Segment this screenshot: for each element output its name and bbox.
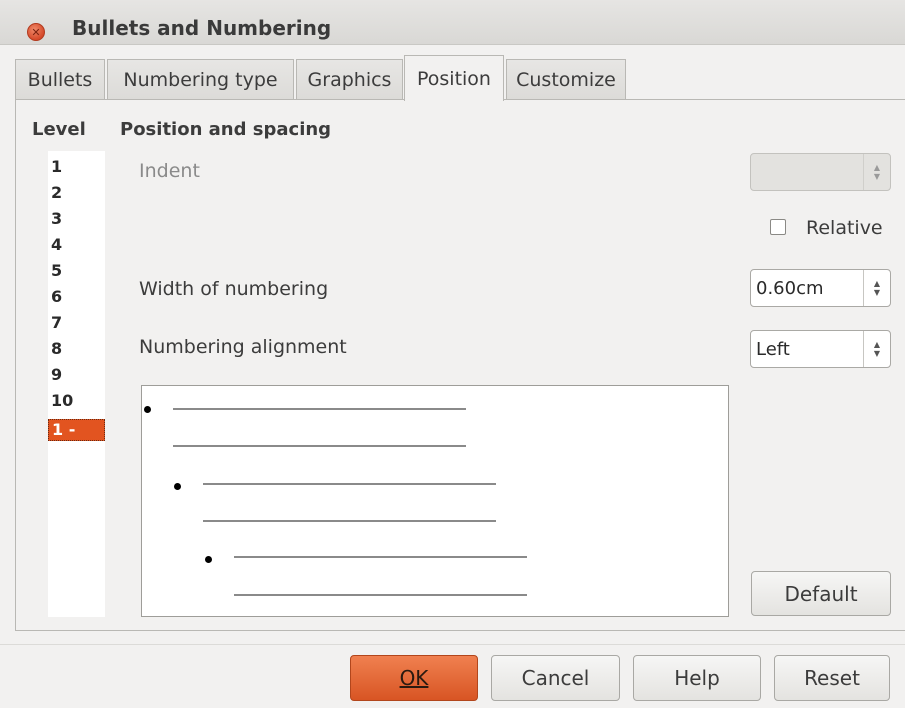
indent-label: Indent xyxy=(139,160,200,182)
level-item-10[interactable]: 10 xyxy=(51,391,73,411)
divider xyxy=(0,644,905,645)
tab-bullets[interactable]: Bullets xyxy=(15,59,105,99)
width-spinbox[interactable]: 0.60cm ▲ ▼ xyxy=(750,269,891,307)
alignment-select[interactable]: Left ▲ ▼ xyxy=(750,330,891,368)
relative-checkbox[interactable] xyxy=(770,219,786,235)
spin-arrows-icon[interactable]: ▲ ▼ xyxy=(863,270,890,306)
level-list[interactable]: 1 2 3 4 5 6 7 8 9 10 1 - 10 xyxy=(48,151,105,617)
alignment-value: Left xyxy=(756,339,790,360)
select-arrows-icon[interactable]: ▲ ▼ xyxy=(863,331,890,367)
alignment-label: Numbering alignment xyxy=(139,336,347,358)
reset-button-label: Reset xyxy=(804,666,860,690)
relative-label: Relative xyxy=(806,217,883,239)
level-item-3[interactable]: 3 xyxy=(51,209,62,229)
default-button-label: Default xyxy=(784,581,858,606)
window-title: Bullets and Numbering xyxy=(72,16,332,40)
cancel-button-label: Cancel xyxy=(521,666,590,690)
cancel-button[interactable]: Cancel xyxy=(491,655,620,701)
tab-position[interactable]: Position xyxy=(404,55,504,101)
spin-arrows-icon[interactable]: ▲ ▼ xyxy=(863,154,890,190)
tab-graphics[interactable]: Graphics xyxy=(296,59,403,99)
preview-box xyxy=(141,385,729,617)
bullet-icon xyxy=(144,406,151,413)
indent-spinbox[interactable]: ▲ ▼ xyxy=(750,153,891,191)
help-button-label: Help xyxy=(674,666,720,690)
level-item-2[interactable]: 2 xyxy=(51,183,62,203)
level-item-7[interactable]: 7 xyxy=(51,313,62,333)
ok-button[interactable]: OK xyxy=(350,655,478,701)
level-item-5[interactable]: 5 xyxy=(51,261,62,281)
help-button[interactable]: Help xyxy=(633,655,761,701)
bullet-icon xyxy=(205,556,212,563)
section-heading: Position and spacing xyxy=(120,119,332,140)
level-item-all[interactable]: 1 - 10 xyxy=(48,419,105,459)
width-label: Width of numbering xyxy=(139,278,329,300)
preview-line xyxy=(234,594,527,596)
level-item-1[interactable]: 1 xyxy=(51,157,62,177)
tab-customize[interactable]: Customize xyxy=(506,59,626,99)
level-item-4[interactable]: 4 xyxy=(51,235,62,255)
level-item-6[interactable]: 6 xyxy=(51,287,62,307)
preview-line xyxy=(173,445,466,447)
preview-line xyxy=(203,483,496,485)
level-item-8[interactable]: 8 xyxy=(51,339,62,359)
preview-line xyxy=(173,408,466,410)
bullet-icon xyxy=(174,483,181,490)
preview-line xyxy=(234,556,527,558)
level-heading: Level xyxy=(32,119,86,140)
default-button[interactable]: Default xyxy=(751,571,891,616)
tab-numbering-type[interactable]: Numbering type xyxy=(107,59,294,99)
title-bar: ✕ Bullets and Numbering xyxy=(0,0,905,45)
preview-line xyxy=(203,520,496,522)
close-icon[interactable]: ✕ xyxy=(27,23,45,41)
width-value: 0.60cm xyxy=(756,278,824,299)
reset-button[interactable]: Reset xyxy=(774,655,890,701)
level-item-9[interactable]: 9 xyxy=(51,365,62,385)
ok-button-label: OK xyxy=(399,666,429,690)
